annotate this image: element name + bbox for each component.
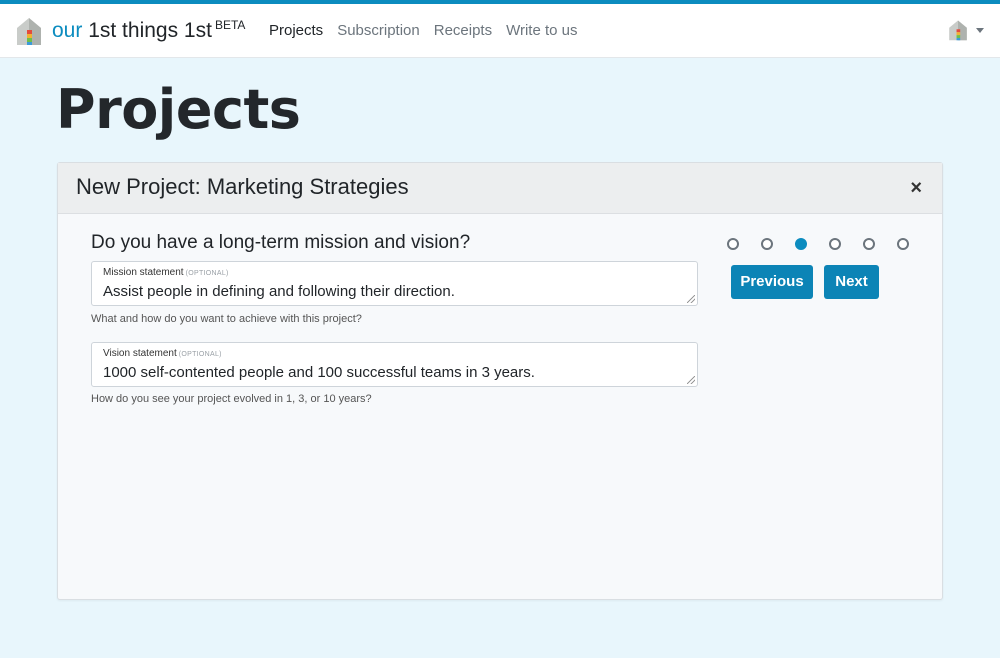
dialog-header: New Project: Marketing Strategies × — [58, 163, 942, 214]
mission-label: Mission statement (OPTIONAL) — [103, 267, 229, 278]
step-dot-6[interactable] — [897, 238, 909, 250]
vision-label-text: Vision statement — [103, 348, 177, 359]
brand-name: our 1st things 1st BETA — [52, 16, 245, 46]
vision-optional-tag: (OPTIONAL) — [178, 351, 222, 358]
resize-handle-icon[interactable] — [687, 295, 695, 303]
step-question: Do you have a long-term mission and visi… — [91, 232, 471, 253]
new-project-dialog: New Project: Marketing Strategies × Do y… — [57, 162, 943, 600]
vision-value[interactable]: 1000 self-contented people and 100 succe… — [103, 364, 535, 381]
step-indicator — [727, 238, 909, 250]
mission-help-text: What and how do you want to achieve with… — [91, 313, 362, 325]
mission-label-text: Mission statement — [103, 267, 184, 278]
vision-statement-field[interactable]: Vision statement (OPTIONAL) 1000 self-con… — [91, 342, 698, 387]
step-dot-4[interactable] — [829, 238, 841, 250]
brand[interactable]: our 1st things 1st BETA — [16, 16, 245, 46]
page-title: Projects — [56, 78, 301, 141]
step-dot-5[interactable] — [863, 238, 875, 250]
dialog-title: New Project: Marketing Strategies — [76, 174, 409, 199]
house-logo-icon — [17, 18, 41, 45]
brand-title: 1st things 1st — [88, 19, 212, 42]
mission-optional-tag: (OPTIONAL) — [185, 270, 229, 277]
step-dot-2[interactable] — [761, 238, 773, 250]
previous-button[interactable]: Previous — [731, 265, 813, 299]
step-dot-1[interactable] — [727, 238, 739, 250]
mission-statement-field[interactable]: Mission statement (OPTIONAL) Assist peopl… — [91, 261, 698, 306]
next-button[interactable]: Next — [824, 265, 879, 299]
nav-write-to-us[interactable]: Write to us — [499, 20, 584, 42]
close-icon[interactable]: × — [910, 177, 922, 199]
resize-handle-icon[interactable] — [687, 376, 695, 384]
user-menu-toggle[interactable] — [948, 19, 984, 41]
navbar: our 1st things 1st BETA Projects Subscrip… — [0, 4, 1000, 58]
main-nav: Projects Subscription Receipts Write to … — [262, 20, 585, 42]
nav-projects[interactable]: Projects — [262, 20, 330, 42]
beta-badge: BETA — [214, 18, 246, 32]
user-avatar-icon — [949, 20, 967, 41]
mission-value[interactable]: Assist people in defining and following … — [103, 283, 455, 300]
brand-our: our — [52, 19, 83, 42]
vision-help-text: How do you see your project evolved in 1… — [91, 393, 372, 405]
nav-subscription[interactable]: Subscription — [330, 20, 427, 42]
chevron-down-icon — [976, 27, 984, 33]
nav-receipts[interactable]: Receipts — [427, 20, 499, 42]
vision-label: Vision statement (OPTIONAL) — [103, 348, 222, 359]
step-dot-3[interactable] — [795, 238, 807, 250]
